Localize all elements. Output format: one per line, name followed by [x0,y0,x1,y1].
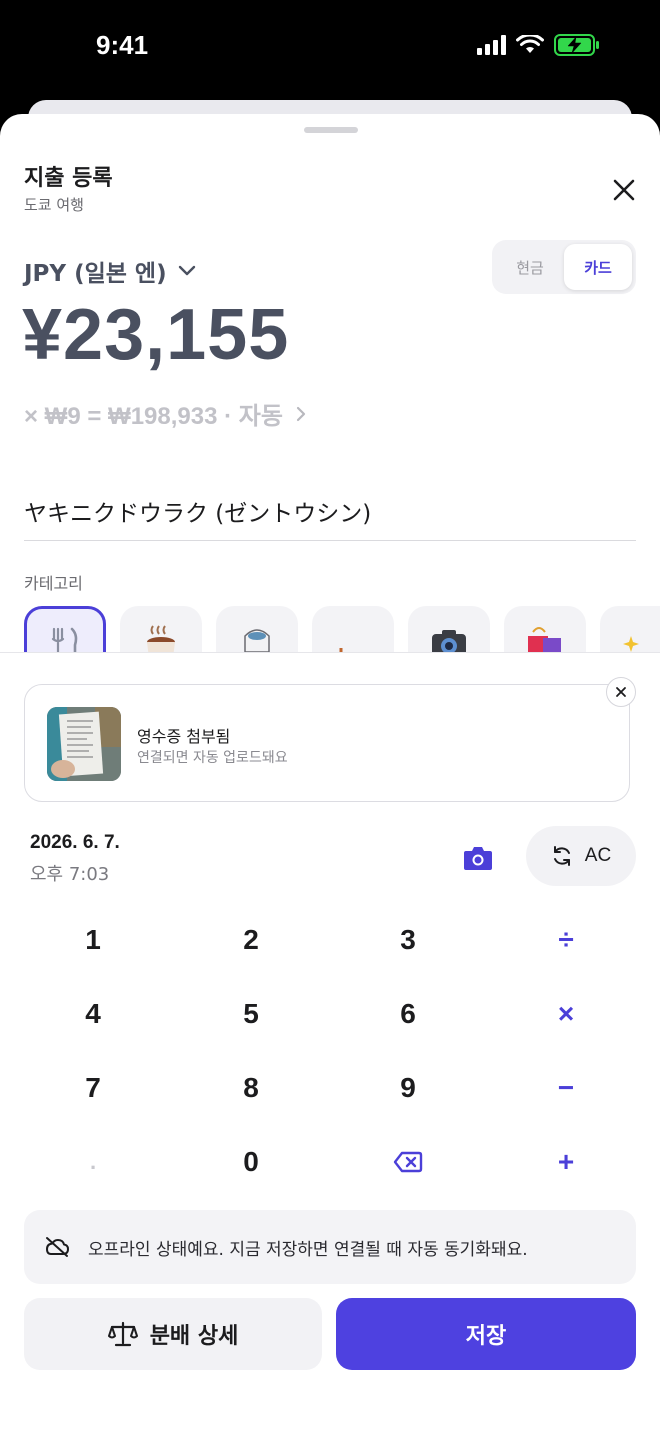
expense-sheet: 지출 등록 도쿄 여행 JPY (일본 엔) 현금 카드 ¥23,155 × ₩… [0,114,660,1434]
category-other[interactable] [600,606,660,652]
category-list [24,606,660,652]
memo-field[interactable]: ヤキニクドウラク (ゼントウシン) [24,494,371,528]
shopping-bag-icon [528,627,561,652]
key-1[interactable]: 1 [33,910,153,970]
close-icon [613,179,635,201]
key-decimal[interactable]: . [33,1132,153,1192]
status-bar: 9:41 [0,0,660,100]
refresh-icon [553,846,570,866]
cellular-signal-icon [477,35,506,55]
receipt-thumbnail [47,707,121,781]
key-4[interactable]: 4 [33,984,153,1044]
save-button[interactable]: 저장 [336,1298,636,1370]
split-details-label: 분배 상세 [149,1324,239,1349]
key-0[interactable]: 0 [191,1132,311,1192]
category-shopping[interactable] [504,606,586,652]
key-backspace[interactable] [348,1132,468,1192]
remove-receipt-button[interactable] [606,677,636,707]
status-time: 9:41 [96,30,149,60]
category-label: 카테고리 [24,574,83,593]
scale-icon [107,1321,138,1347]
category-cafe[interactable] [120,606,202,652]
category-sightseeing[interactable] [408,606,490,652]
key-8[interactable]: 8 [191,1058,311,1118]
memo-underline [24,540,636,541]
status-icons [477,34,600,56]
fork-knife-icon [51,627,78,652]
sheet-title: 지출 등록 [24,166,113,191]
currency-label: JPY (일본 엔) [24,261,167,287]
split-details-button[interactable]: 분배 상세 [24,1298,322,1370]
key-6[interactable]: 6 [348,984,468,1044]
category-transport[interactable] [216,606,298,652]
chevron-down-icon [178,265,195,276]
close-icon [616,687,626,697]
coffee-icon [147,625,175,652]
category-food[interactable] [24,606,106,652]
key-7[interactable]: 7 [33,1058,153,1118]
offline-notice: 오프라인 상태예요. 지금 저장하면 연결될 때 자동 동기화돼요. [24,1210,636,1284]
category-activity[interactable] [312,606,394,652]
camera-icon [464,847,492,870]
chevron-right-icon [296,406,306,421]
sparkle-icon [623,636,639,652]
key-divide[interactable]: ÷ [506,910,626,970]
battery-charging-icon [554,34,599,56]
receipt-card[interactable]: 영수증 첨부됨 연결되면 자동 업로드돼요 [24,684,630,802]
key-3[interactable]: 3 [348,910,468,970]
trip-name: 도쿄 여행 [24,196,84,214]
date-value[interactable]: 2026. 6. 7. [30,832,120,854]
cloud-offline-icon [46,1237,69,1257]
currency-selector[interactable]: JPY (일본 엔) [24,254,197,288]
receipt-subtitle: 연결되면 자동 업로드돼요 [137,750,288,766]
close-button[interactable] [606,172,642,208]
key-multiply[interactable]: × [506,984,626,1044]
key-subtract[interactable]: − [506,1058,626,1118]
all-clear-label: AC [584,845,612,866]
camera-button[interactable] [460,840,496,876]
sheet-grabber[interactable] [304,127,358,133]
receipt-title: 영수증 첨부됨 [137,727,231,746]
payment-option-cash[interactable]: 현금 [496,244,564,290]
backspace-icon [393,1151,423,1173]
payment-option-card[interactable]: 카드 [564,244,632,290]
camera-icon [432,630,466,652]
key-9[interactable]: 9 [348,1058,468,1118]
plant-icon [339,648,343,652]
key-5[interactable]: 5 [191,984,311,1044]
time-value[interactable]: 오후 7:03 [30,860,109,886]
wifi-icon [516,35,544,53]
train-icon [244,629,270,652]
exchange-rate-row[interactable]: × ₩9 = ₩198,933 · 자동 [24,396,307,431]
all-clear-button[interactable]: AC [526,826,636,886]
amount-display: ¥23,155 [22,295,290,375]
key-2[interactable]: 2 [191,910,311,970]
key-add[interactable]: + [506,1132,626,1192]
payment-method-toggle: 현금 카드 [492,240,636,294]
exchange-rate-text: × ₩9 = ₩198,933 · 자동 [24,403,283,430]
offline-notice-text: 오프라인 상태예요. 지금 저장하면 연결될 때 자동 동기화돼요. [88,1239,528,1260]
section-divider [0,652,660,653]
